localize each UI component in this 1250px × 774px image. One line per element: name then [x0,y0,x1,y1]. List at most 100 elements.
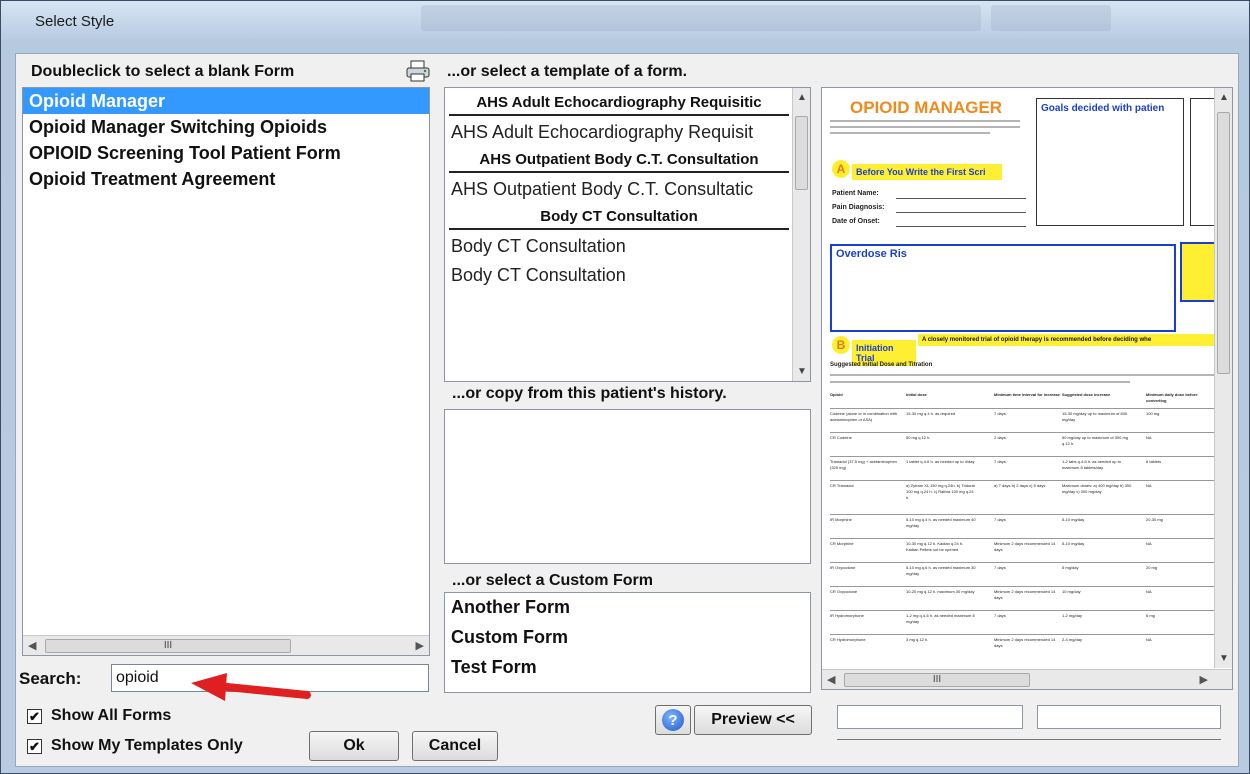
table-cell: 5-10 mg/day [1062,517,1085,522]
templates-vscrollbar[interactable]: ▲ ▼ [792,88,810,381]
doc-field-line [896,212,1026,213]
doc-intro-line [830,126,1020,128]
template-item[interactable]: Body CT Consultation [445,230,793,259]
template-item[interactable]: Body CT Consultation [445,259,793,288]
preview-document: OPIOID MANAGER Goals decided with patien… [826,94,1220,664]
scroll-down-icon[interactable]: ▼ [797,366,807,377]
ok-button[interactable]: Ok [309,731,399,761]
title-bar[interactable]: Select Style [1,1,1249,39]
blank-form-item[interactable]: Opioid Treatment Agreement [23,166,429,192]
table-cell: a) 7 days b) 2 days c) 5 days [994,483,1046,488]
table-row [830,610,1216,611]
table-cell: 20 mg [1146,565,1158,570]
table-cell: 7 days [994,517,1006,522]
template-group-title: AHS Outpatient Body C.T. Consultation [449,145,789,173]
preview-button[interactable]: Preview << [694,705,812,735]
ok-label: Ok [343,737,365,754]
template-group-title: AHS Adult Echocardiography Requisitic [449,88,789,116]
table-cell: 50 mg/day up to maximum of 300 mg q.12 h… [1062,435,1129,446]
scroll-up-icon[interactable]: ▲ [1219,92,1229,103]
goals-text: Goals decided with patien [1041,103,1165,114]
doc-note-line [830,374,1216,376]
table-cell: Minimum 2 days recommended 14 days [994,637,1056,648]
custom-form-item[interactable]: Custom Form [445,623,810,653]
scroll-right-icon[interactable]: ▶ [416,639,424,652]
table-cell: Opioid [830,392,843,397]
section-b-note: A closely monitored trial of opioid ther… [918,334,1218,346]
templates-list[interactable]: AHS Adult Echocardiography Requisitic AHS… [444,87,811,382]
preview-hscrollbar[interactable]: ◀ III ▶ [822,669,1232,689]
table-cell: 5-10 mg q.6 h. as needed maximum 30 mg/d… [906,565,976,576]
cancel-button[interactable]: Cancel [412,731,498,761]
table-cell: 5 mg/day [1062,565,1079,570]
preview-slider-right[interactable] [1037,705,1221,729]
table-cell: a) Zytram XL 150 mg q.24h. b) Tridural 1… [906,483,975,500]
template-item[interactable]: AHS Outpatient Body C.T. Consultatic [445,173,793,202]
table-cell: IR Morphine [830,517,852,522]
table-row [830,562,1216,563]
cancel-label: Cancel [428,737,482,754]
template-item[interactable]: AHS Adult Echocardiography Requisit [445,116,793,145]
table-cell: 6 mg [1146,613,1155,618]
scroll-thumb-grip: III [163,640,173,651]
doc-title: OPIOID MANAGER [850,98,1003,117]
blank-form-item[interactable]: OPIOID Screening Tool Patient Form [23,140,429,166]
table-cell: 7 days [994,613,1006,618]
custom-form-item[interactable]: Another Form [445,593,810,623]
table-cell: NA [1146,637,1152,642]
scroll-thumb[interactable] [1217,112,1230,374]
table-cell: NA [1146,589,1152,594]
risk-box: Overdose Ris [830,244,1176,332]
table-cell: 1-2 mg q.4-6 h. as needed maximum 8 mg/d… [906,613,975,624]
table-row [830,408,1216,409]
history-list[interactable] [444,409,811,564]
section-a-badge: A [832,160,850,178]
scroll-thumb[interactable]: III [844,673,1030,687]
table-cell: IR Hydromorphone [830,613,864,618]
scroll-right-icon[interactable]: ▶ [1200,673,1208,686]
table-cell: 15-30 mg q.4 h. as required [906,411,956,416]
blank-forms-header: Doubleclick to select a blank Form [31,63,295,80]
table-cell: Tramadol (37.5 mg) + acetaminophen (325 … [830,459,897,470]
custom-forms-list[interactable]: Another Form Custom Form Test Form [444,592,811,693]
table-row [830,480,1216,481]
show-my-templates-checkbox[interactable]: ✔ Show My Templates Only [27,737,243,755]
preview-pane[interactable]: OPIOID MANAGER Goals decided with patien… [821,87,1233,690]
scroll-up-icon[interactable]: ▲ [797,92,807,103]
section-a-bar: Before You Write the First Scri [852,164,1002,180]
table-cell: IR Oxycodone [830,565,856,570]
custom-form-item[interactable]: Test Form [445,653,810,683]
blank-form-item[interactable]: Opioid Manager [23,88,429,114]
doc-intro-line [830,120,1020,122]
doc-note-line [830,381,1130,383]
help-button[interactable]: ? [655,705,691,735]
history-header: ...or copy from this patient's history. [452,385,727,402]
annotation-arrow [191,673,311,701]
table-cell: Minimum 2 days recommended 14 days [994,589,1056,600]
slider-tick-track [837,739,1221,740]
printer-icon[interactable] [405,59,431,83]
checkbox-icon[interactable]: ✔ [27,708,42,724]
table-cell: 6 tablets [1146,459,1162,464]
risk-title: Overdose Ris [836,248,907,260]
scroll-thumb[interactable] [795,116,808,190]
goals-box: Goals decided with patien [1036,98,1184,226]
table-cell: 10 mg/day [1062,589,1081,594]
checkbox-icon[interactable]: ✔ [27,738,42,754]
table-cell: 7 days [994,565,1006,570]
table-row [830,634,1216,635]
blank-forms-hscrollbar[interactable]: ◀ III ▶ [23,635,429,655]
scroll-thumb[interactable]: III [45,639,291,653]
scroll-left-icon[interactable]: ◀ [28,639,36,652]
preview-slider-left[interactable] [837,705,1023,729]
blank-form-item[interactable]: Opioid Manager Switching Opioids [23,114,429,140]
section-b-badge: B [832,336,850,354]
table-cell: Initial dose [906,392,927,397]
templates-header: ...or select a template of a form. [447,63,688,80]
blank-forms-list[interactable]: Opioid Manager Opioid Manager Switching O… [22,87,430,656]
preview-vscrollbar[interactable]: ▲ ▼ [1214,88,1232,668]
scroll-left-icon[interactable]: ◀ [827,673,835,686]
scroll-down-icon[interactable]: ▼ [1219,653,1229,664]
show-all-forms-checkbox[interactable]: ✔ Show All Forms [27,707,171,725]
table-cell: 5-10 mg/day [1062,541,1085,546]
